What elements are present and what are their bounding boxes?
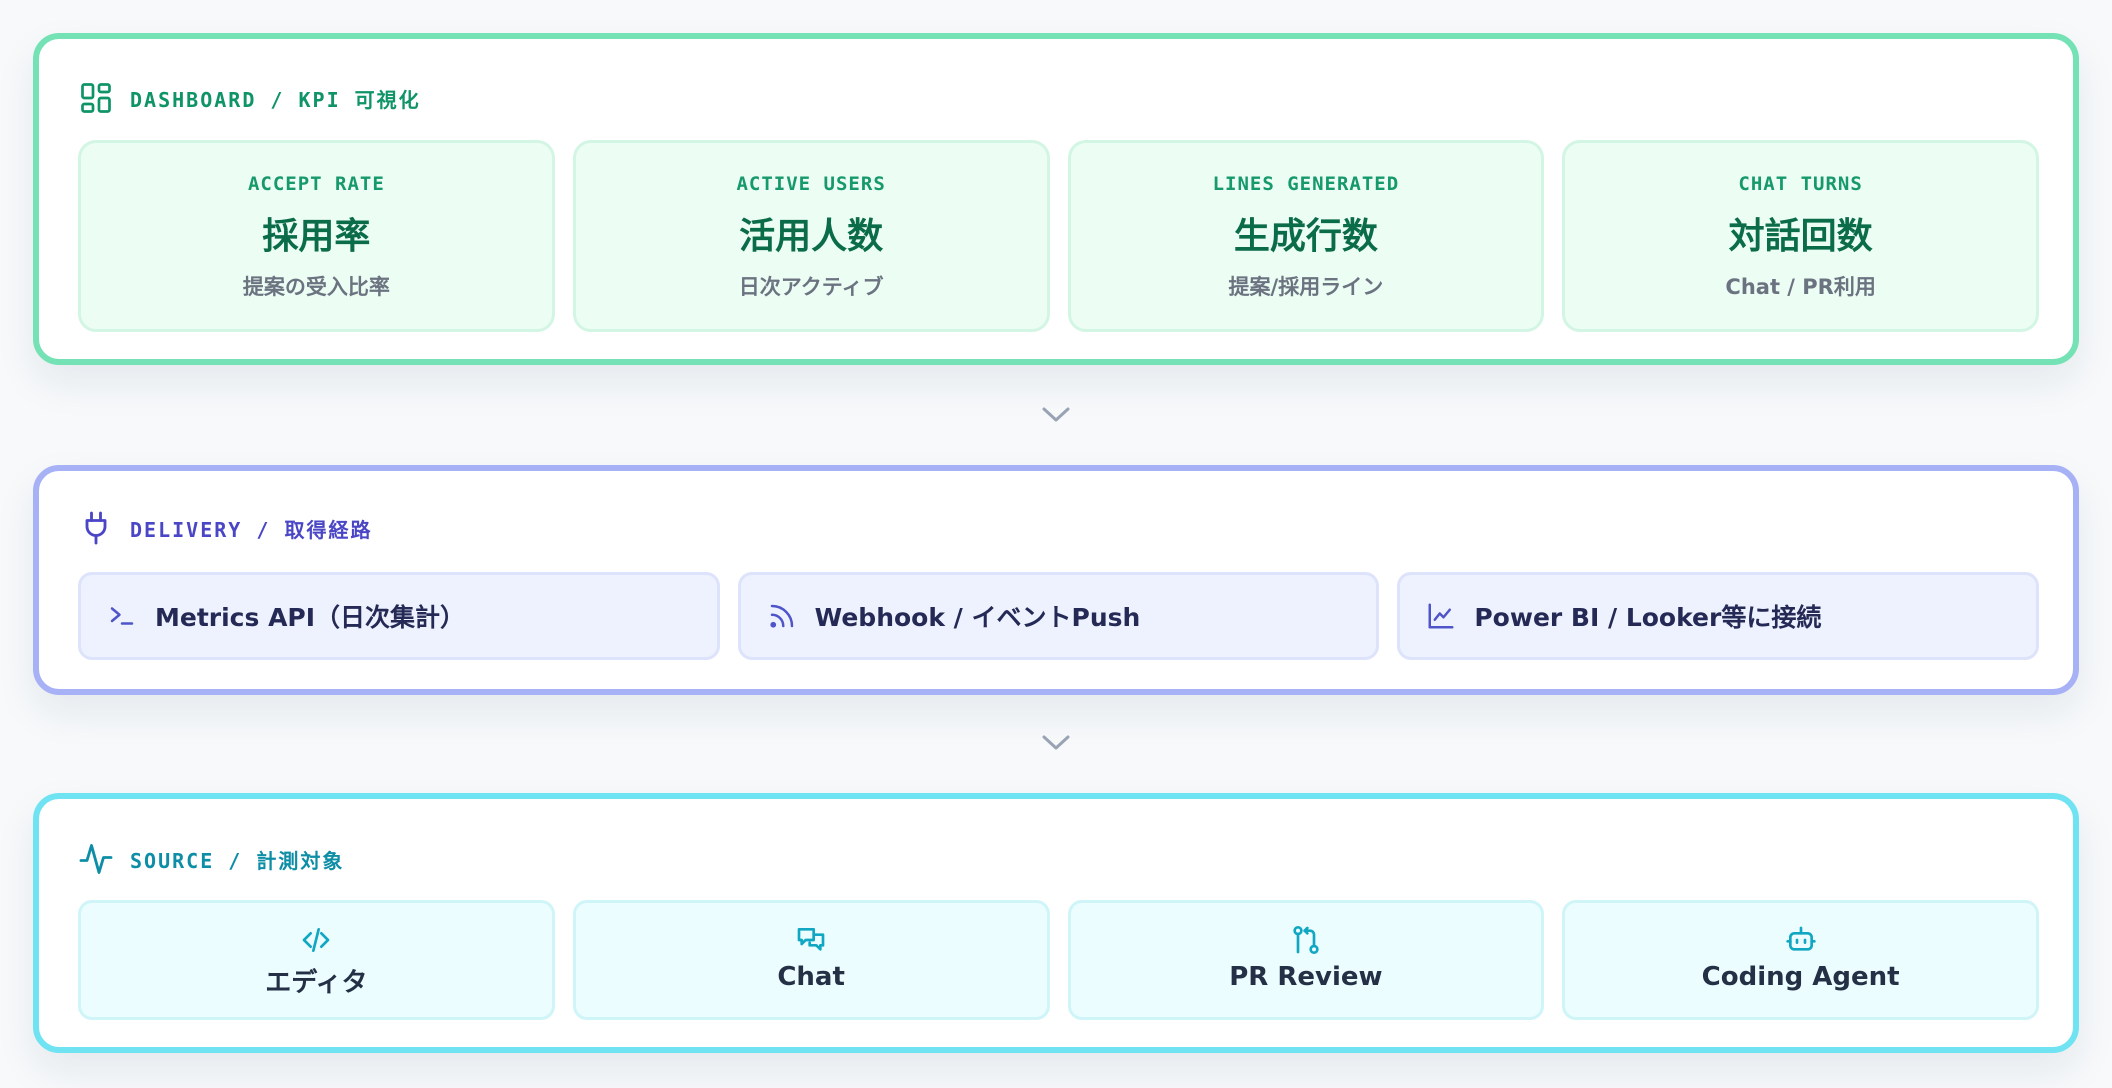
- delivery-item-metrics-api: Metrics API（日次集計）: [78, 572, 720, 660]
- activity-icon: [79, 844, 113, 874]
- source-row: エディタ Chat PR Review Coding Agent: [78, 900, 2039, 1020]
- source-item-label: PR Review: [1229, 962, 1383, 992]
- kpi-title: 生成行数: [1233, 216, 1378, 257]
- page: DASHBOARD / KPI 可視化 ACCEPT RATE 採用率 提案の受…: [0, 0, 2112, 1088]
- source-header: SOURCE / 計測対象: [78, 839, 344, 879]
- dashboard-header: DASHBOARD / KPI 可視化: [78, 78, 421, 118]
- source-item-label: エディタ: [265, 968, 368, 998]
- kpi-card-lines-generated: LINES GENERATED 生成行数 提案/採用ライン: [1067, 140, 1545, 332]
- source-item-pr-review: PR Review: [1067, 900, 1545, 1020]
- kpi-label: ACCEPT RATE: [247, 173, 385, 195]
- delivery-header: DELIVERY / 取得経路: [78, 508, 372, 548]
- kpi-label: CHAT TURNS: [1738, 173, 1863, 195]
- git-pull-request-icon: [1293, 926, 1319, 954]
- source-title: SOURCE / 計測対象: [130, 848, 345, 873]
- kpi-sub: 日次アクティブ: [738, 275, 884, 299]
- delivery-row: Metrics API（日次集計） Webhook / イベントPush Pow…: [78, 572, 2040, 660]
- kpi-card-accept-rate: ACCEPT RATE 採用率 提案の受入比率: [78, 140, 555, 332]
- kpi-label: LINES GENERATED: [1212, 173, 1400, 195]
- terminal-icon: [110, 607, 134, 625]
- kpi-sub: 提案の受入比率: [242, 275, 390, 299]
- plug-icon: [85, 511, 107, 545]
- source-item-chat: Chat: [572, 900, 1050, 1020]
- delivery-item-label: Power BI / Looker等に接続: [1474, 603, 1822, 632]
- kpi-sub: Chat / PR利用: [1725, 275, 1876, 299]
- kpi-card-chat-turns: CHAT TURNS 対話回数 Chat / PR利用: [1562, 140, 2039, 332]
- kpi-title: 活用人数: [739, 216, 884, 257]
- bot-icon: [1785, 926, 1816, 951]
- delivery-item-bi-connect: Power BI / Looker等に接続: [1397, 572, 2040, 660]
- line-chart-icon: [1428, 603, 1454, 629]
- chat-bubbles-icon: [797, 928, 825, 951]
- source-item-label: Coding Agent: [1701, 962, 1900, 992]
- kpi-card-active-users: ACTIVE USERS 活用人数 日次アクティブ: [572, 140, 1050, 332]
- dashboard-grid-icon: [81, 83, 111, 113]
- source-item-coding-agent: Coding Agent: [1562, 900, 2039, 1020]
- kpi-row: ACCEPT RATE 採用率 提案の受入比率 ACTIVE USERS 活用人…: [78, 140, 2039, 332]
- source-panel: SOURCE / 計測対象 エディタ Chat PR Review Coding…: [33, 793, 2079, 1053]
- delivery-item-label: Metrics API（日次集計）: [155, 603, 466, 632]
- rss-icon: [770, 604, 793, 628]
- delivery-item-label: Webhook / イベントPush: [814, 603, 1141, 632]
- delivery-title: DELIVERY / 取得経路: [130, 517, 373, 542]
- kpi-title: 対話回数: [1728, 216, 1873, 257]
- kpi-title: 採用率: [262, 216, 371, 257]
- dashboard-title: DASHBOARD / KPI 可視化: [130, 87, 421, 112]
- source-item-label: Chat: [777, 962, 845, 992]
- delivery-panel: DELIVERY / 取得経路 Metrics API（日次集計） Webhoo…: [33, 465, 2079, 695]
- code-icon: [303, 928, 330, 952]
- chevron-down-icon: [1042, 407, 1070, 422]
- chevron-down-icon: [1042, 735, 1070, 750]
- dashboard-panel: DASHBOARD / KPI 可視化 ACCEPT RATE 採用率 提案の受…: [33, 33, 2079, 365]
- kpi-label: ACTIVE USERS: [736, 173, 886, 195]
- source-item-editor: エディタ: [78, 900, 555, 1020]
- kpi-sub: 提案/採用ライン: [1228, 275, 1384, 299]
- delivery-item-webhook: Webhook / イベントPush: [737, 572, 1380, 660]
